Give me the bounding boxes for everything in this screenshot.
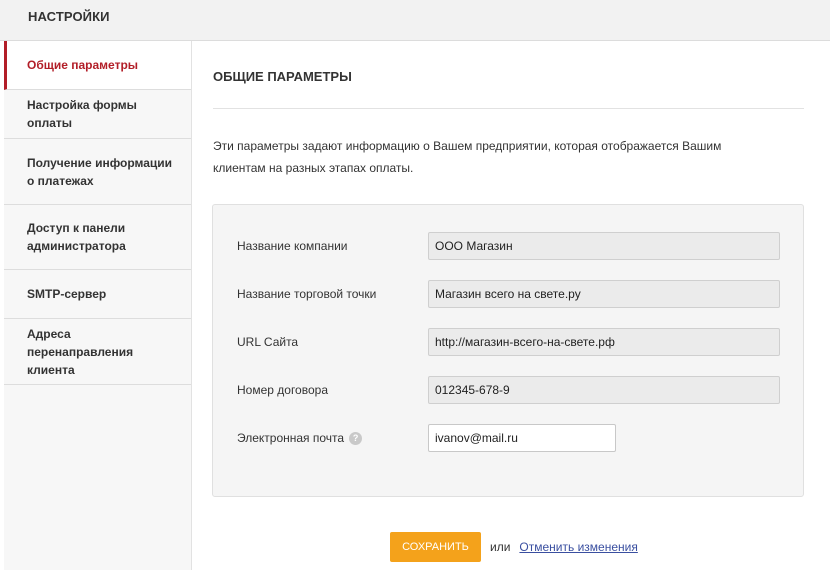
sidebar-item-smtp[interactable]: SMTP-сервер bbox=[4, 270, 191, 319]
section-description: Эти параметры задают информацию о Вашем … bbox=[213, 139, 722, 175]
sidebar-item-admin-access[interactable]: Доступ к панели администратора bbox=[4, 205, 191, 270]
contract-number-field[interactable] bbox=[428, 376, 780, 404]
email-label: Электронная почта? bbox=[237, 431, 363, 445]
email-field[interactable] bbox=[428, 424, 616, 452]
form-actions: СОХРАНИТЬ или Отменить изменения bbox=[390, 532, 638, 562]
settings-form: Название компании Название торговой точк… bbox=[212, 204, 804, 497]
contract-number-label: Номер договора bbox=[237, 383, 328, 397]
sidebar-item-label: Получение информации о платежах bbox=[27, 155, 173, 188]
shop-name-label: Название торговой точки bbox=[237, 287, 377, 301]
sidebar-item-label: Общие параметры bbox=[27, 58, 139, 72]
sidebar-item-payment-form[interactable]: Настройка формы оплаты bbox=[4, 90, 191, 139]
main-content: ОБЩИЕ ПАРАМЕТРЫ Эти параметры задают инф… bbox=[193, 41, 830, 570]
sidebar-item-general[interactable]: Общие параметры bbox=[4, 41, 191, 90]
sidebar-item-label: Настройка формы оплаты bbox=[27, 98, 137, 130]
top-bar: НАСТРОЙКИ bbox=[0, 0, 830, 41]
sidebar: Общие параметры Настройка формы оплаты П… bbox=[4, 41, 192, 570]
email-label-text: Электронная почта bbox=[237, 431, 345, 445]
sidebar-item-label: Доступ к панели администратора bbox=[27, 221, 126, 253]
sidebar-item-label: SMTP-сервер bbox=[27, 287, 107, 301]
sidebar-item-redirect-urls[interactable]: Адреса перенаправления клиента bbox=[4, 319, 191, 385]
site-url-field[interactable] bbox=[428, 328, 780, 356]
section-divider bbox=[213, 108, 804, 109]
page-header-title: НАСТРОЙКИ bbox=[28, 9, 110, 24]
save-button[interactable]: СОХРАНИТЬ bbox=[390, 532, 481, 562]
cancel-changes-link[interactable]: Отменить изменения bbox=[519, 540, 637, 554]
company-name-label: Название компании bbox=[237, 239, 348, 253]
shop-name-field[interactable] bbox=[428, 280, 780, 308]
site-url-label: URL Сайта bbox=[237, 335, 299, 349]
company-name-field[interactable] bbox=[428, 232, 780, 260]
section-title: ОБЩИЕ ПАРАМЕТРЫ bbox=[213, 69, 352, 84]
help-icon[interactable]: ? bbox=[349, 432, 363, 445]
or-text: или bbox=[490, 540, 511, 554]
sidebar-item-label: Адреса перенаправления клиента bbox=[27, 326, 134, 377]
sidebar-item-payment-info[interactable]: Получение информации о платежах bbox=[4, 139, 191, 205]
